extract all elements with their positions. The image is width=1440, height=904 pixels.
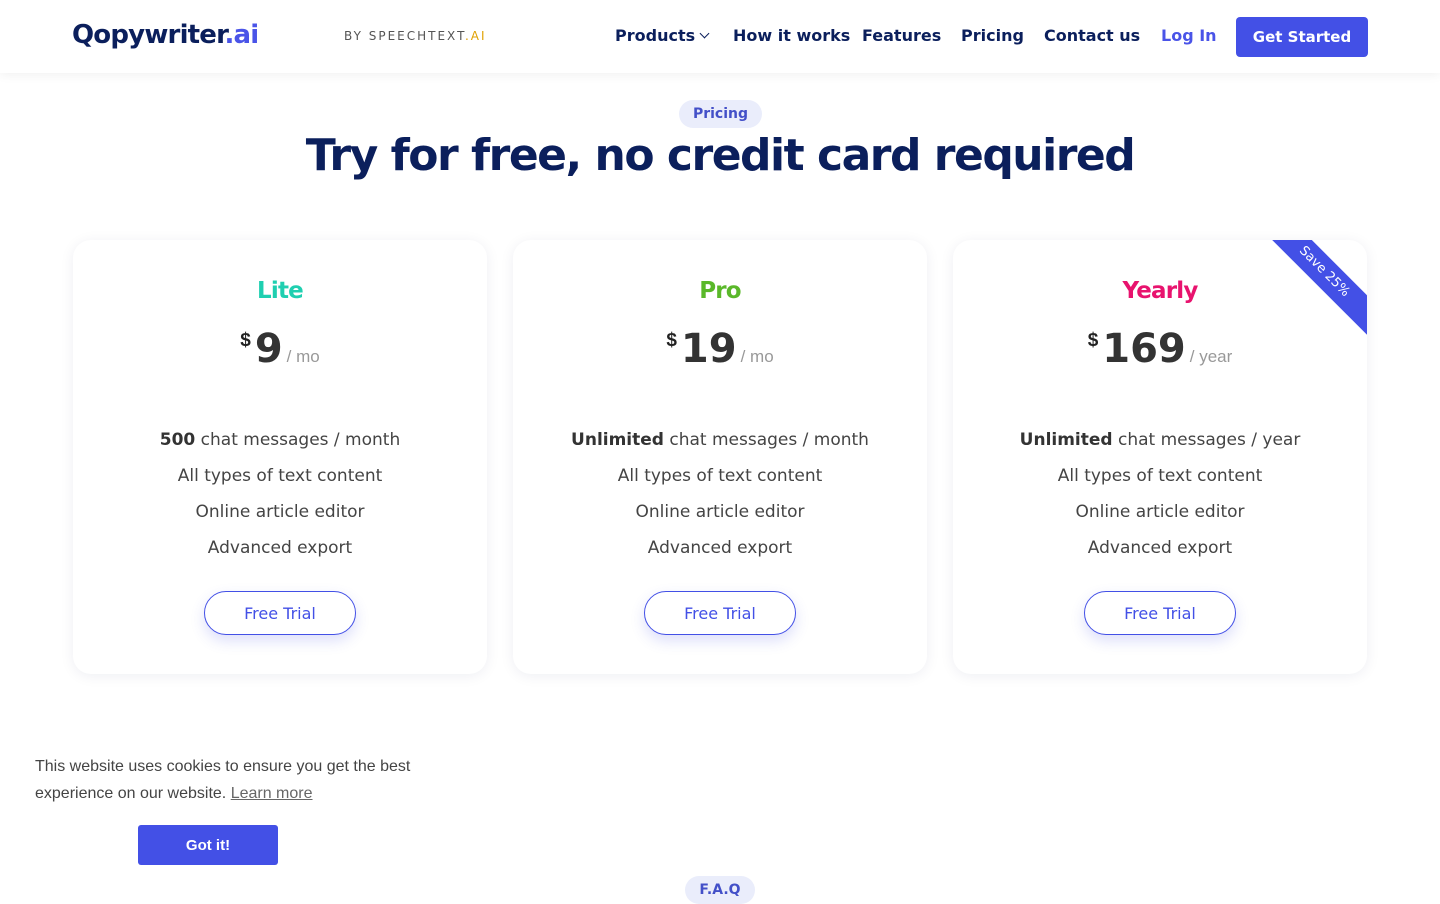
plan-card-yearly: Save 25% Yearly $169/ year Unlimited cha… — [953, 240, 1367, 674]
pricing-headline: Try for free, no credit card required — [305, 130, 1136, 181]
byline: BY SPEECHTEXT.AI — [344, 29, 487, 43]
plan-card-pro: Pro $19/ mo Unlimited chat messages / mo… — [513, 240, 927, 674]
feature-item: Unlimited chat messages / month — [513, 422, 927, 458]
cookie-accept-button[interactable]: Got it! — [138, 825, 278, 865]
cookie-message-text: This website uses cookies to ensure you … — [35, 758, 411, 802]
feature-item: Unlimited chat messages / year — [953, 422, 1367, 458]
feature-item: Online article editor — [635, 502, 805, 522]
feature-item: All types of text content — [1057, 466, 1263, 486]
plan-price: $9/ mo — [73, 326, 487, 372]
feature-highlight: Unlimited — [1019, 430, 1113, 450]
free-trial-button-yearly[interactable]: Free Trial — [1084, 591, 1236, 635]
plan-name: Lite — [257, 278, 304, 304]
byline-text: BY SPEECHTEXT — [344, 29, 465, 43]
get-started-button[interactable]: Get Started — [1236, 17, 1368, 57]
logo-suffix: .ai — [224, 20, 259, 50]
plan-price: $169/ year — [953, 326, 1367, 372]
feature-item: 500 chat messages / month — [73, 422, 487, 458]
feature-text: chat messages / month — [663, 430, 869, 450]
nav-pricing[interactable]: Pricing — [961, 26, 1024, 45]
nav-features[interactable]: Features — [862, 26, 941, 45]
nav-products[interactable]: Products — [615, 26, 710, 45]
feature-highlight: 500 — [159, 430, 196, 450]
plan-name: Yearly — [1122, 278, 1198, 304]
feature-text: chat messages / year — [1112, 430, 1301, 450]
feature-item: Advanced export — [207, 538, 353, 558]
site-header: Qopywriter.ai BY SPEECHTEXT.AI Products … — [0, 0, 1440, 73]
feature-item: Online article editor — [1075, 502, 1245, 522]
nav-products-label: Products — [615, 26, 696, 45]
free-trial-button-lite[interactable]: Free Trial — [204, 591, 356, 635]
plan-name: Pro — [699, 278, 741, 304]
plan-card-lite: Lite $9/ mo 500 chat messages / month Al… — [73, 240, 487, 674]
byline-suffix: .AI — [464, 29, 487, 43]
price-amount: 169 — [1102, 326, 1186, 372]
price-period: / mo — [286, 347, 320, 366]
feature-item: Advanced export — [1087, 538, 1233, 558]
currency-symbol: $ — [666, 330, 677, 351]
nav-login[interactable]: Log In — [1161, 26, 1217, 45]
free-trial-button-pro[interactable]: Free Trial — [644, 591, 796, 635]
plan-price: $19/ mo — [513, 326, 927, 372]
learn-more-link[interactable]: Learn more — [231, 785, 313, 802]
cookie-message: This website uses cookies to ensure you … — [35, 753, 415, 807]
price-amount: 19 — [680, 326, 737, 372]
feature-highlight: Unlimited — [571, 430, 664, 450]
nav-how-it-works[interactable]: How it works — [733, 26, 850, 45]
feature-text: chat messages / month — [195, 430, 401, 450]
feature-item: Online article editor — [195, 502, 365, 522]
nav-contact[interactable]: Contact us — [1044, 26, 1140, 45]
price-period: / year — [1189, 347, 1233, 366]
pricing-tag: Pricing — [679, 100, 762, 128]
logo[interactable]: Qopywriter.ai — [72, 20, 259, 50]
feature-item: Advanced export — [647, 538, 793, 558]
chevron-down-icon — [699, 28, 710, 39]
feature-list: Unlimited chat messages / month All type… — [513, 422, 927, 566]
price-period: / mo — [740, 347, 774, 366]
currency-symbol: $ — [1087, 330, 1099, 351]
feature-list: Unlimited chat messages / year All types… — [953, 422, 1367, 566]
logo-text: Qopywriter — [72, 20, 225, 50]
feature-item: All types of text content — [617, 466, 823, 486]
currency-symbol: $ — [240, 330, 251, 351]
price-amount: 9 — [254, 326, 283, 372]
feature-item: All types of text content — [177, 466, 383, 486]
feature-list: 500 chat messages / month All types of t… — [73, 422, 487, 566]
